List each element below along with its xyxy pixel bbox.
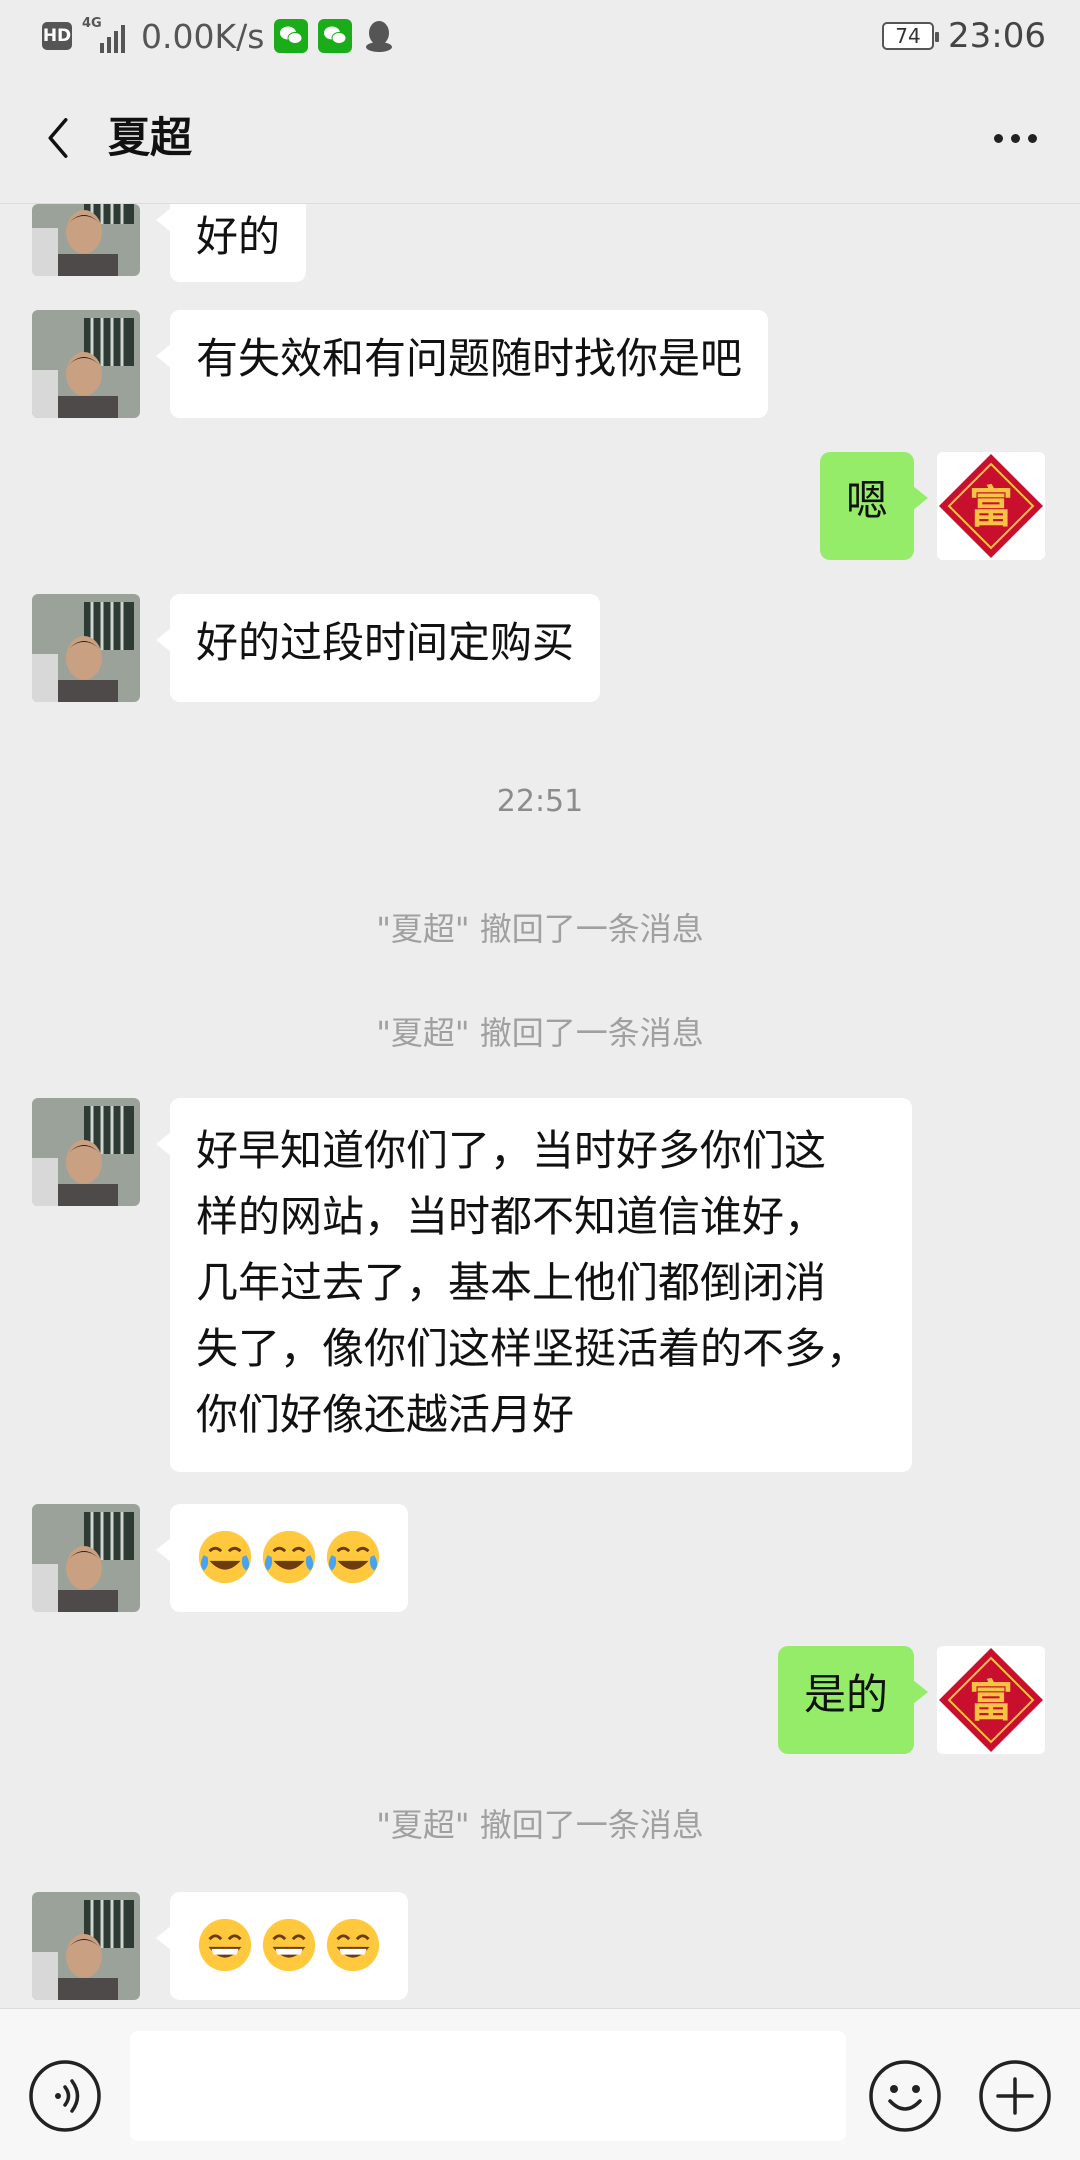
recall-notice: "夏超" 撤回了一条消息 [376, 1014, 704, 1052]
chevron-left-icon [48, 118, 68, 158]
incoming-message[interactable]: 好的过段时间定购买 [155, 594, 601, 702]
grinning-emoji [326, 1918, 380, 1972]
incoming-message[interactable] [156, 1892, 408, 2000]
emoji-group [196, 1524, 382, 1590]
outgoing-message[interactable]: 是的 [777, 1646, 929, 1754]
svg-text:富: 富 [969, 482, 1013, 533]
contact-avatar[interactable] [32, 1504, 140, 1612]
incoming-message[interactable]: 好早知道你们了，当时好多你们这 样的网站，当时都不知道信谁好， 几年过去了，基本… [156, 1098, 912, 1472]
contact-avatar[interactable] [32, 204, 140, 276]
message-line: 好早知道你们了，当时好多你们这 [196, 1126, 827, 1175]
crying-laughing-emoji [262, 1530, 316, 1584]
contact-avatar[interactable] [32, 594, 140, 702]
status-bar: HD 4G 0.00K/s 74 23:06 [0, 0, 1080, 72]
status-time: 23:06 [948, 16, 1046, 56]
message-input[interactable] [130, 2031, 846, 2141]
incoming-message[interactable]: 有失效和有问题随时找你是吧 [155, 310, 769, 418]
voice-button[interactable] [28, 2059, 102, 2133]
emoji-group [196, 1912, 382, 1978]
wechat-notification-icon [274, 19, 309, 53]
message-line: 几年过去了，基本上他们都倒闭消 [196, 1258, 827, 1307]
svg-text:富: 富 [969, 1676, 1013, 1727]
crying-laughing-emoji [326, 1530, 380, 1584]
more-button[interactable] [980, 108, 1050, 168]
incoming-message[interactable] [156, 1504, 408, 1612]
message-text: 好的 [196, 212, 281, 261]
network-speed: 0.00K/s [141, 16, 265, 56]
crying-laughing-emoji [198, 1530, 252, 1584]
battery-icon: 74 [882, 22, 940, 50]
wechat-notification-icon [318, 19, 353, 53]
message-text: 好的过段时间定购买 [196, 618, 575, 667]
network-type: 4G [82, 16, 102, 31]
message-line: 样的网站，当时都不知道信谁好， [196, 1192, 827, 1241]
contact-avatar[interactable] [32, 1098, 140, 1206]
plus-button[interactable] [978, 2059, 1052, 2133]
my-avatar[interactable]: 富 [937, 452, 1045, 560]
emoji-icon [869, 2060, 941, 2132]
my-avatar[interactable]: 富 [937, 1646, 1045, 1754]
qq-notification-icon [362, 19, 396, 53]
status-right: 74 23:06 [882, 14, 1046, 58]
chat-area[interactable]: 好的 有失效和有问题随时找你是吧 嗯 富 好的过段时间定购买 22:51 "夏超… [0, 204, 1080, 2008]
chat-header: 夏超 [0, 72, 1080, 204]
status-left: HD 4G 0.00K/s [42, 14, 396, 58]
message-line: 你们好像还越活月好 [196, 1390, 575, 1439]
outgoing-message[interactable]: 嗯 [819, 452, 929, 560]
chat-title: 夏超 [108, 113, 193, 162]
contact-avatar[interactable] [32, 1892, 140, 2000]
emoji-button[interactable] [868, 2059, 942, 2133]
signal-icon: 4G [82, 16, 125, 53]
plus-icon [979, 2060, 1051, 2132]
recall-notice: "夏超" 撤回了一条消息 [376, 1806, 704, 1844]
hd-badge: HD [42, 22, 72, 50]
voice-icon [29, 2060, 101, 2132]
message-text: 嗯 [845, 476, 888, 525]
input-bar [0, 2008, 1080, 2160]
more-dots-icon [993, 133, 1037, 143]
recall-notice: "夏超" 撤回了一条消息 [376, 910, 704, 948]
message-text: 有失效和有问题随时找你是吧 [196, 334, 743, 383]
timestamp: 22:51 [496, 784, 584, 819]
grinning-emoji [198, 1918, 252, 1972]
incoming-message[interactable]: 好的 [155, 204, 307, 282]
back-button[interactable] [28, 108, 88, 168]
message-line: 失了，像你们这样坚挺活着的不多， [196, 1324, 869, 1373]
message-text: 是的 [803, 1670, 888, 1719]
battery-level: 74 [895, 24, 921, 48]
contact-avatar[interactable] [32, 310, 140, 418]
grinning-emoji [262, 1918, 316, 1972]
